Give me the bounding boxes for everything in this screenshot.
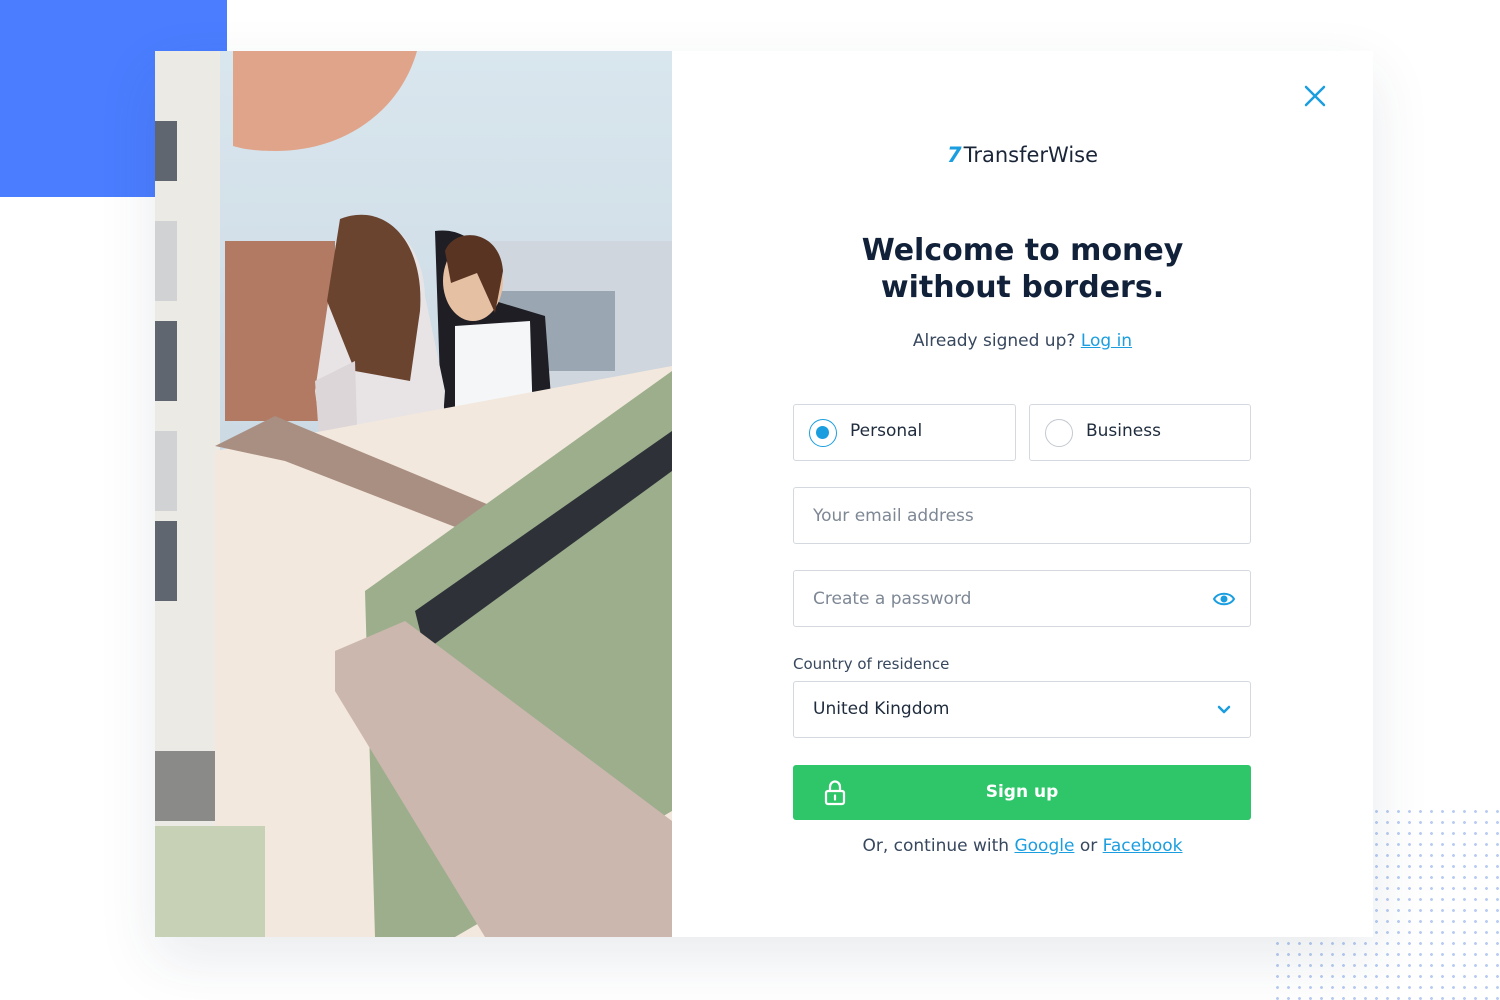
logo-text: TransferWise — [963, 143, 1099, 167]
email-field[interactable] — [793, 487, 1251, 544]
country-value: United Kingdom — [813, 699, 950, 719]
chevron-down-icon[interactable] — [1216, 702, 1232, 718]
login-link[interactable]: Log in — [1081, 331, 1132, 351]
account-type-business[interactable]: Business — [1029, 404, 1251, 461]
hero-photo — [155, 51, 672, 937]
login-prompt: Already signed up? Log in — [672, 331, 1373, 351]
social-login: Or, continue with Google or Facebook — [672, 836, 1373, 856]
facebook-link[interactable]: Facebook — [1103, 836, 1183, 856]
signup-modal: 7TransferWise Welcome to money without b… — [155, 51, 1373, 937]
account-type-business-label: Business — [1086, 421, 1161, 441]
country-select[interactable]: United Kingdom — [793, 681, 1251, 738]
password-input[interactable] — [794, 571, 1250, 626]
login-prompt-text: Already signed up? — [912, 331, 1081, 351]
close-icon[interactable] — [1302, 83, 1328, 109]
radio-personal[interactable] — [809, 419, 837, 447]
hero-photo-illustration — [155, 51, 672, 937]
radio-business[interactable] — [1045, 419, 1073, 447]
eye-icon[interactable] — [1213, 589, 1235, 609]
signup-button-label: Sign up — [985, 782, 1059, 802]
google-link[interactable]: Google — [1014, 836, 1074, 856]
page: 7TransferWise Welcome to money without b… — [0, 0, 1500, 1000]
signup-panel: 7TransferWise Welcome to money without b… — [672, 51, 1373, 937]
page-title: Welcome to money without borders. — [861, 233, 1184, 305]
country-label: Country of residence — [793, 655, 950, 673]
social-prefix: Or, continue with — [862, 836, 1015, 856]
brand-logo[interactable]: 7TransferWise — [672, 143, 1373, 167]
password-field[interactable] — [793, 570, 1251, 627]
account-type-personal[interactable]: Personal — [793, 404, 1016, 461]
email-input[interactable] — [794, 488, 1250, 543]
logo-mark: 7 — [946, 143, 962, 167]
social-middle: or — [1074, 836, 1103, 856]
signup-button[interactable]: Sign up — [793, 765, 1251, 820]
account-type-personal-label: Personal — [850, 421, 923, 441]
